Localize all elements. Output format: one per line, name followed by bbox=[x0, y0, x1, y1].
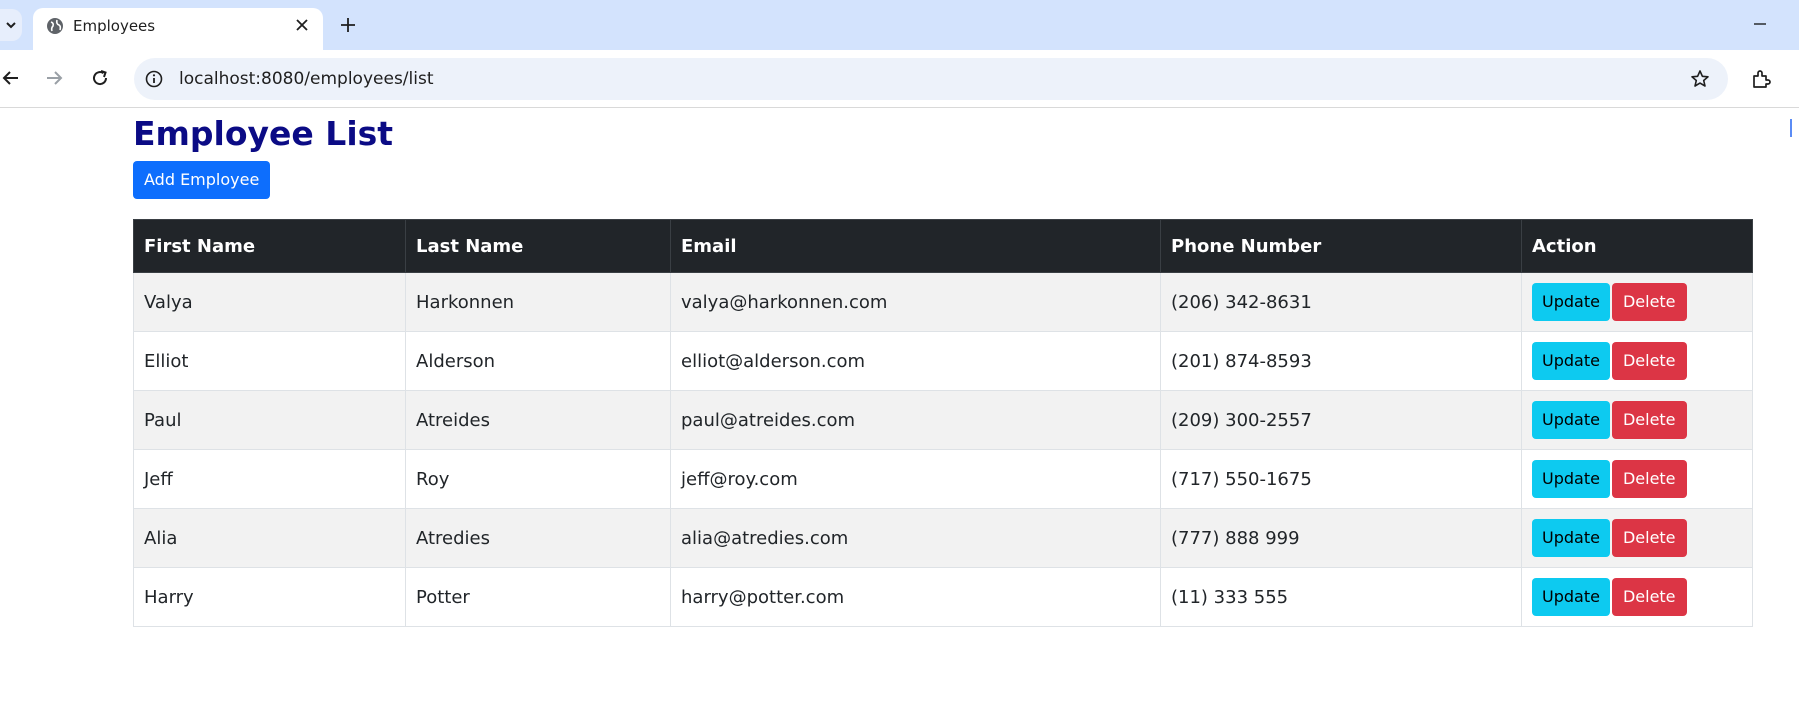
first-name-cell: Paul bbox=[133, 390, 406, 450]
first-name-cell: Jeff bbox=[133, 449, 406, 509]
profile-edge bbox=[1790, 119, 1792, 137]
column-header-action: Action bbox=[1521, 219, 1753, 273]
last-name-cell: Atredies bbox=[405, 508, 671, 568]
forward-icon[interactable] bbox=[37, 61, 71, 95]
browser-tab-bar: Employees bbox=[0, 0, 1799, 50]
action-cell: Update Delete bbox=[1521, 449, 1753, 509]
globe-icon bbox=[47, 18, 63, 34]
minimize-window-icon[interactable] bbox=[1748, 12, 1772, 36]
tab-title: Employees bbox=[73, 17, 156, 35]
table-header-row: First Name Last Name Email Phone Number … bbox=[133, 219, 1753, 273]
chevron-down-icon bbox=[6, 22, 16, 29]
bookmark-star-icon[interactable] bbox=[1688, 67, 1712, 91]
email-cell: alia@atredies.com bbox=[670, 508, 1161, 568]
delete-button[interactable]: Delete bbox=[1611, 460, 1687, 498]
first-name-cell: Elliot bbox=[133, 331, 406, 391]
delete-button[interactable]: Delete bbox=[1611, 401, 1687, 439]
delete-button[interactable]: Delete bbox=[1611, 283, 1687, 321]
address-bar[interactable]: localhost:8080/employees/list bbox=[134, 58, 1728, 100]
close-tab-icon[interactable] bbox=[291, 14, 313, 36]
delete-button[interactable]: Delete bbox=[1611, 519, 1687, 557]
browser-toolbar: localhost:8080/employees/list bbox=[0, 50, 1799, 137]
table-row: Paul Atreides paul@atreides.com (209) 30… bbox=[133, 390, 1753, 450]
update-button[interactable]: Update bbox=[1532, 342, 1610, 380]
new-tab-icon[interactable] bbox=[336, 13, 360, 37]
email-cell: elliot@alderson.com bbox=[670, 331, 1161, 391]
update-button[interactable]: Update bbox=[1532, 519, 1610, 557]
extensions-icon[interactable] bbox=[1748, 66, 1774, 92]
table-row: Harry Potter harry@potter.com (11) 333 5… bbox=[133, 567, 1753, 627]
back-icon[interactable] bbox=[0, 61, 28, 95]
reload-icon[interactable] bbox=[83, 61, 117, 95]
column-header-phone: Phone Number bbox=[1160, 219, 1522, 273]
update-button[interactable]: Update bbox=[1532, 283, 1610, 321]
phone-cell: (206) 342-8631 bbox=[1160, 272, 1522, 332]
last-name-cell: Roy bbox=[405, 449, 671, 509]
phone-cell: (717) 550-1675 bbox=[1160, 449, 1522, 509]
column-header-email: Email bbox=[670, 219, 1161, 273]
employee-table: First Name Last Name Email Phone Number … bbox=[133, 219, 1753, 627]
action-cell: Update Delete bbox=[1521, 508, 1753, 568]
update-button[interactable]: Update bbox=[1532, 578, 1610, 616]
first-name-cell: Valya bbox=[133, 272, 406, 332]
delete-button[interactable]: Delete bbox=[1611, 342, 1687, 380]
page-content: Employee List Add Employee First Name La… bbox=[133, 110, 1753, 627]
last-name-cell: Alderson bbox=[405, 331, 671, 391]
last-name-cell: Harkonnen bbox=[405, 272, 671, 332]
table-row: Valya Harkonnen valya@harkonnen.com (206… bbox=[133, 272, 1753, 332]
email-cell: harry@potter.com bbox=[670, 567, 1161, 627]
phone-cell: (201) 874-8593 bbox=[1160, 331, 1522, 391]
email-cell: valya@harkonnen.com bbox=[670, 272, 1161, 332]
table-row: Jeff Roy jeff@roy.com (717) 550-1675 Upd… bbox=[133, 449, 1753, 509]
column-header-last-name: Last Name bbox=[405, 219, 671, 273]
email-cell: jeff@roy.com bbox=[670, 449, 1161, 509]
page-title: Employee List bbox=[133, 114, 394, 153]
table-row: Alia Atredies alia@atredies.com (777) 88… bbox=[133, 508, 1753, 568]
last-name-cell: Potter bbox=[405, 567, 671, 627]
phone-cell: (11) 333 555 bbox=[1160, 567, 1522, 627]
action-cell: Update Delete bbox=[1521, 272, 1753, 332]
action-cell: Update Delete bbox=[1521, 390, 1753, 450]
delete-button[interactable]: Delete bbox=[1611, 578, 1687, 616]
update-button[interactable]: Update bbox=[1532, 460, 1610, 498]
action-cell: Update Delete bbox=[1521, 567, 1753, 627]
table-row: Elliot Alderson elliot@alderson.com (201… bbox=[133, 331, 1753, 391]
info-icon[interactable] bbox=[142, 67, 166, 91]
browser-tab[interactable]: Employees bbox=[33, 8, 323, 50]
first-name-cell: Alia bbox=[133, 508, 406, 568]
tab-search-button[interactable] bbox=[0, 9, 22, 41]
phone-cell: (209) 300-2557 bbox=[1160, 390, 1522, 450]
phone-cell: (777) 888 999 bbox=[1160, 508, 1522, 568]
action-cell: Update Delete bbox=[1521, 331, 1753, 391]
last-name-cell: Atreides bbox=[405, 390, 671, 450]
update-button[interactable]: Update bbox=[1532, 401, 1610, 439]
url-text[interactable]: localhost:8080/employees/list bbox=[179, 69, 434, 89]
column-header-first-name: First Name bbox=[133, 219, 406, 273]
first-name-cell: Harry bbox=[133, 567, 406, 627]
add-employee-button[interactable]: Add Employee bbox=[133, 161, 271, 199]
email-cell: paul@atreides.com bbox=[670, 390, 1161, 450]
